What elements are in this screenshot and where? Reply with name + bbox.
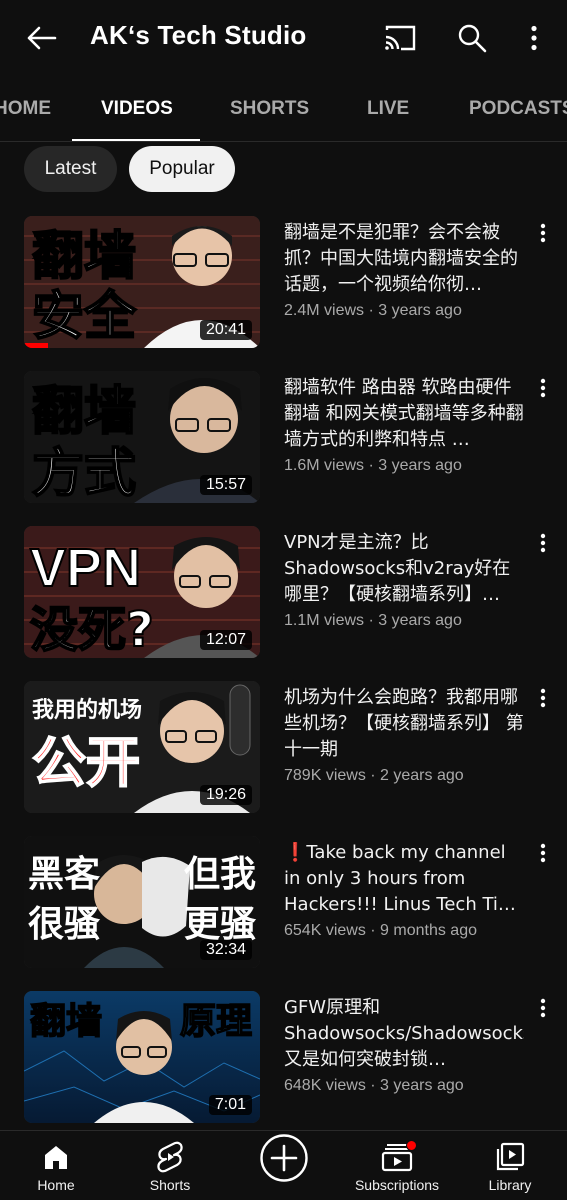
tab-shorts[interactable]: SHORTS bbox=[230, 98, 309, 120]
nav-subscriptions[interactable]: Subscriptions bbox=[347, 1131, 447, 1200]
video-more-button[interactable] bbox=[530, 838, 556, 868]
search-icon bbox=[458, 24, 487, 53]
video-meta: 1.1M views · 3 years ago bbox=[284, 612, 462, 629]
nav-label: Library bbox=[488, 1177, 532, 1193]
tab-home[interactable]: HOME bbox=[0, 98, 51, 120]
thumb-text: 更骚 bbox=[184, 904, 257, 945]
video-item[interactable]: 翻墙 安全 20:41 翻墙是不是犯罪？会不会被抓？中国大陆境内翻墙安全的话题，… bbox=[0, 216, 567, 350]
more-vert-icon bbox=[540, 688, 546, 708]
bottom-navigation: Home Shorts Subscriptions Library bbox=[0, 1130, 567, 1200]
video-title[interactable]: GFW原理和Shadowsocks/ShadowsocksR/V2ray/Tro… bbox=[284, 995, 524, 1073]
video-meta: 789K views · 2 years ago bbox=[284, 767, 464, 784]
thumb-text: 原理 bbox=[180, 1001, 252, 1042]
thumb-text: 黑客 bbox=[28, 854, 100, 895]
nav-label: Shorts bbox=[149, 1177, 191, 1193]
video-thumbnail[interactable]: 黑客 很骚 但我 更骚 32:34 bbox=[24, 836, 260, 968]
cast-icon bbox=[385, 25, 416, 51]
video-more-button[interactable] bbox=[530, 218, 556, 248]
video-title[interactable]: 翻墙是不是犯罪？会不会被抓？中国大陆境内翻墙安全的话题，一个视频给你彻… bbox=[284, 220, 524, 298]
more-vert-icon bbox=[531, 25, 537, 51]
library-icon bbox=[496, 1142, 525, 1171]
more-vert-icon bbox=[540, 533, 546, 553]
video-item[interactable]: 翻墙 原理 7:01 GFW原理和Shadowsocks/Shadowsocks… bbox=[0, 991, 567, 1125]
create-plus-icon bbox=[260, 1134, 308, 1182]
video-meta: 654K views · 9 months ago bbox=[284, 922, 477, 939]
video-duration: 19:26 bbox=[199, 785, 252, 805]
tab-podcasts[interactable]: PODCASTS bbox=[469, 98, 567, 120]
thumb-text: 很骚 bbox=[28, 904, 101, 945]
video-more-button[interactable] bbox=[530, 373, 556, 403]
video-title[interactable]: 翻墙软件 路由器 软路由硬件翻墙 和网关模式翻墙等多种翻墙方式的利弊和特点 … bbox=[284, 375, 524, 453]
back-arrow-icon bbox=[27, 26, 57, 50]
search-button[interactable] bbox=[452, 18, 492, 58]
video-item[interactable]: 我用的机场 公开 19:26 机场为什么会跑路？我都用哪些机场？【硬核翻墙系列】… bbox=[0, 681, 567, 815]
video-thumbnail[interactable]: VPN 没死? 12:07 bbox=[24, 526, 260, 658]
video-duration: 20:41 bbox=[199, 320, 252, 340]
video-meta: 648K views · 3 years ago bbox=[284, 1077, 464, 1094]
video-title[interactable]: 机场为什么会跑路？我都用哪些机场？【硬核翻墙系列】 第十一期 bbox=[284, 685, 524, 763]
video-item[interactable]: 黑客 很骚 但我 更骚 32:34 ❗Take back my channel … bbox=[0, 836, 567, 970]
thumb-text: 但我 bbox=[184, 854, 256, 895]
thumb-text: 安全 bbox=[32, 287, 137, 347]
thumb-text: 翻墙 bbox=[30, 1001, 102, 1042]
thumb-text: 我用的机场 bbox=[32, 697, 142, 723]
video-duration: 7:01 bbox=[208, 1095, 252, 1115]
video-thumbnail[interactable]: 翻墙 方式 15:57 bbox=[24, 371, 260, 503]
watch-progress-bar bbox=[24, 343, 48, 348]
channel-tabs: HOME VIDEOS SHORTS LIVE PODCASTS bbox=[0, 76, 567, 142]
top-app-bar: AK‘s Tech Studio bbox=[0, 0, 567, 76]
video-more-button[interactable] bbox=[530, 993, 556, 1023]
video-duration: 32:34 bbox=[199, 940, 252, 960]
more-options-button[interactable] bbox=[514, 18, 554, 58]
video-duration: 12:07 bbox=[199, 630, 252, 650]
notification-dot bbox=[406, 1140, 417, 1151]
more-vert-icon bbox=[540, 843, 546, 863]
tab-live[interactable]: LIVE bbox=[367, 98, 409, 120]
tab-videos[interactable]: VIDEOS bbox=[101, 98, 173, 120]
video-thumbnail[interactable]: 我用的机场 公开 19:26 bbox=[24, 681, 260, 813]
thumb-text: 翻墙 bbox=[32, 382, 136, 442]
video-title[interactable]: ❗Take back my channel in only 3 hours fr… bbox=[284, 840, 524, 918]
more-vert-icon bbox=[540, 998, 546, 1018]
chip-popular[interactable]: Popular bbox=[129, 146, 235, 192]
more-vert-icon bbox=[540, 223, 546, 243]
nav-create-button[interactable] bbox=[256, 1131, 312, 1200]
video-thumbnail[interactable]: 翻墙 安全 20:41 bbox=[24, 216, 260, 348]
thumb-text: 翻墙 bbox=[32, 227, 136, 287]
thumb-text: 公开 bbox=[32, 731, 140, 794]
video-more-button[interactable] bbox=[530, 683, 556, 713]
channel-title: AK‘s Tech Studio bbox=[90, 20, 307, 50]
nav-label: Subscriptions bbox=[354, 1177, 440, 1193]
nav-label: Home bbox=[37, 1177, 75, 1193]
active-tab-indicator bbox=[72, 139, 200, 141]
more-vert-icon bbox=[540, 378, 546, 398]
nav-home[interactable]: Home bbox=[26, 1131, 86, 1200]
nav-library[interactable]: Library bbox=[480, 1131, 540, 1200]
video-meta: 1.6M views · 3 years ago bbox=[284, 457, 462, 474]
thumb-text: 方式 bbox=[32, 444, 136, 503]
thumb-text: 没死? bbox=[30, 602, 154, 658]
video-thumbnail[interactable]: 翻墙 原理 7:01 bbox=[24, 991, 260, 1123]
video-meta: 2.4M views · 3 years ago bbox=[284, 302, 462, 319]
thumb-text: VPN bbox=[30, 538, 141, 598]
video-more-button[interactable] bbox=[530, 528, 556, 558]
video-title[interactable]: VPN才是主流？比Shadowsocks和v2ray好在哪里？【硬核翻墙系列】… bbox=[284, 530, 524, 608]
video-item[interactable]: VPN 没死? 12:07 VPN才是主流？比Shadowsocks和v2ray… bbox=[0, 526, 567, 660]
video-duration: 15:57 bbox=[199, 475, 252, 495]
back-button[interactable] bbox=[24, 20, 60, 56]
nav-shorts[interactable]: Shorts bbox=[140, 1131, 200, 1200]
shorts-icon bbox=[157, 1141, 183, 1173]
chip-latest[interactable]: Latest bbox=[24, 146, 117, 192]
cast-button[interactable] bbox=[380, 18, 420, 58]
home-icon bbox=[45, 1146, 67, 1169]
video-item[interactable]: 翻墙 方式 15:57 翻墙软件 路由器 软路由硬件翻墙 和网关模式翻墙等多种翻… bbox=[0, 371, 567, 505]
